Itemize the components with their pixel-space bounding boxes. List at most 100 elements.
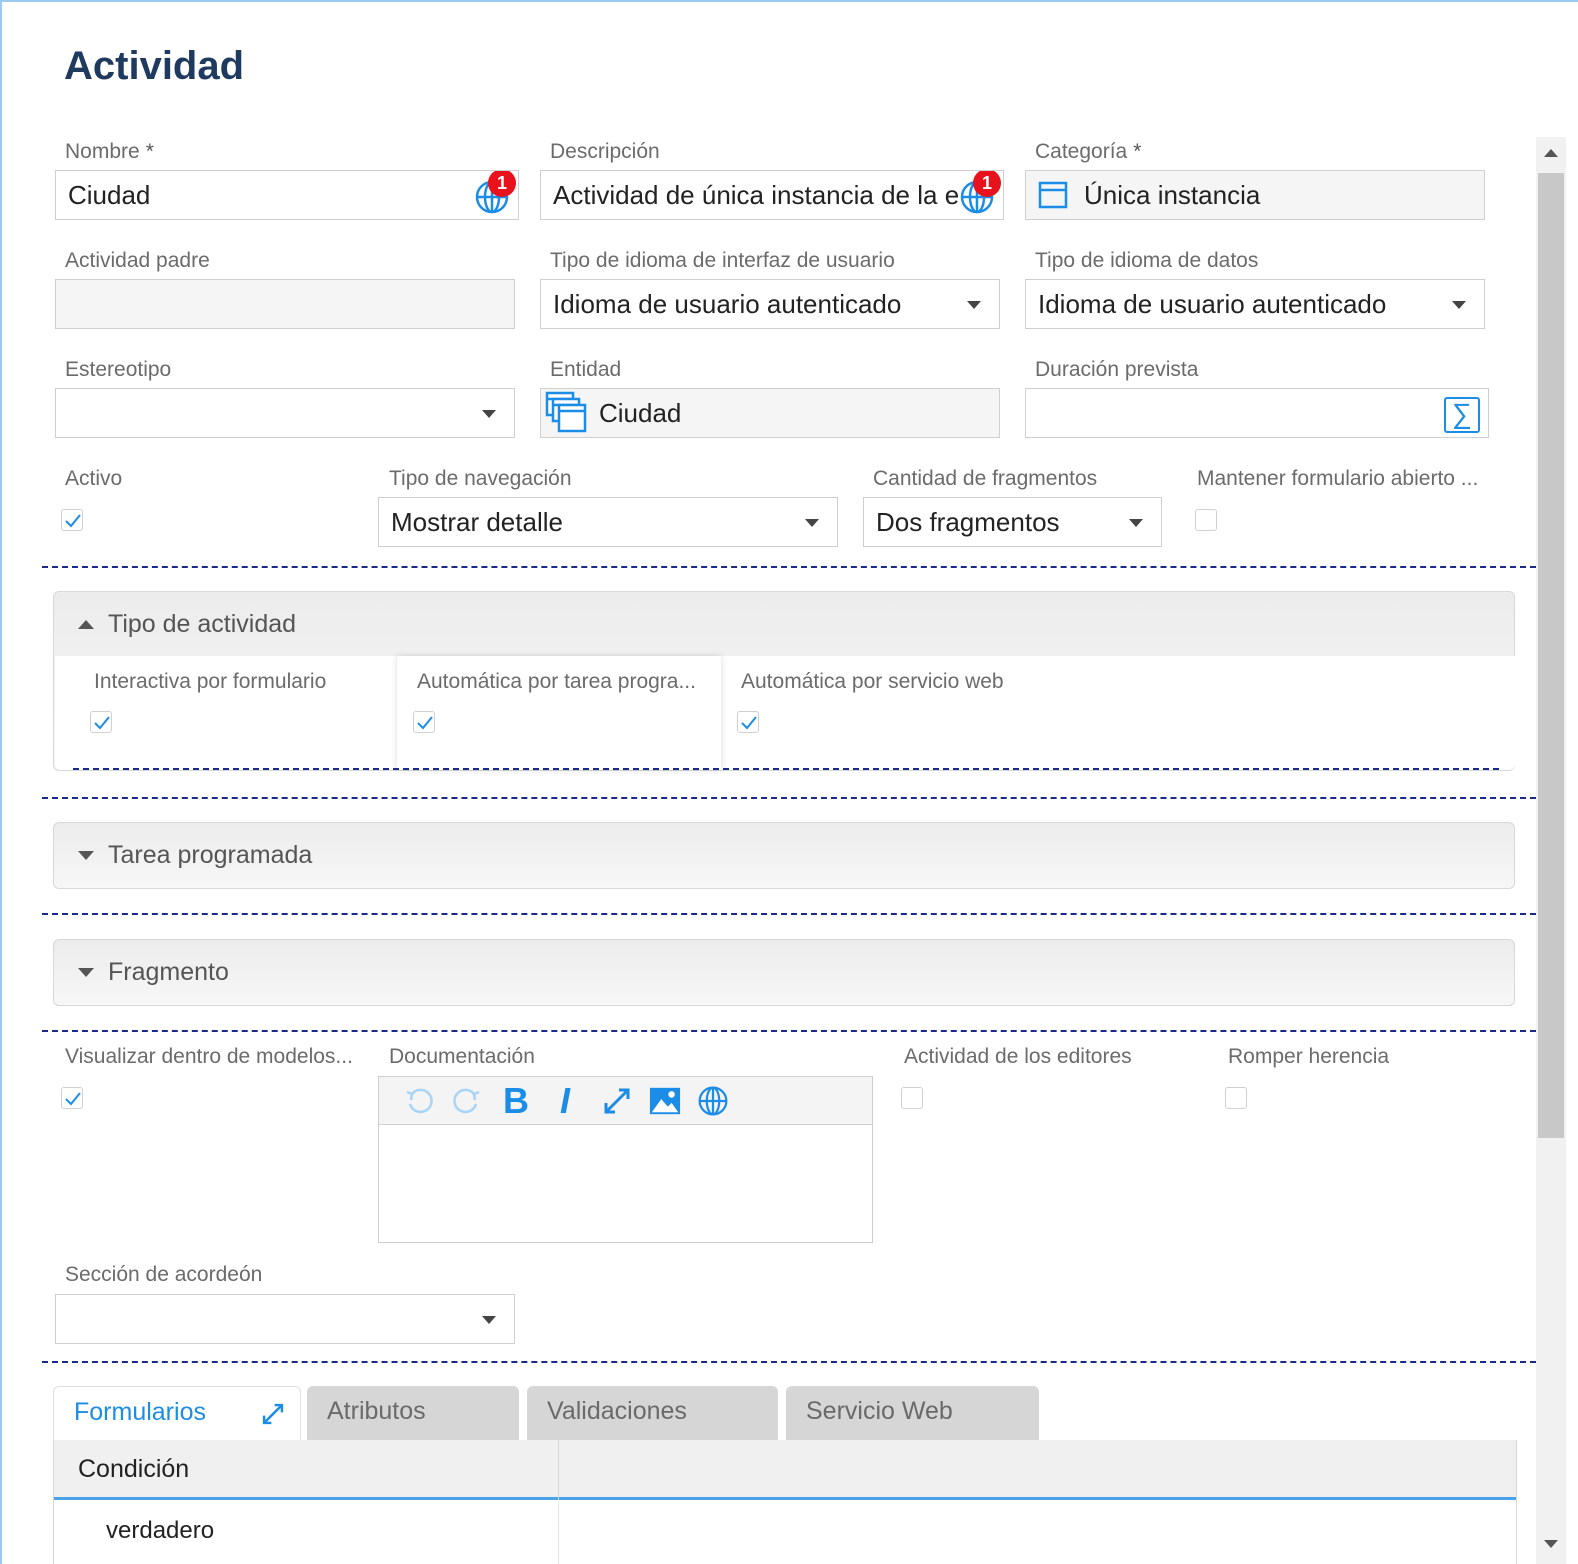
section-divider [42,566,1536,568]
fragmento-title: Fragmento [108,958,229,986]
seccion-acordeon-select[interactable] [55,1294,515,1344]
categoria-label: Categoría * [1035,140,1142,163]
cantidad-fragmentos-select[interactable]: Dos fragmentos [863,497,1162,547]
mantener-formulario-label: Mantener formulario abierto ... [1197,467,1479,490]
nombre-value: Ciudad [68,179,151,210]
automatica-tarea-label: Automática por tarea progra... [417,670,696,693]
vertical-scrollbar[interactable] [1536,137,1566,1564]
checkmark-icon [65,1092,81,1106]
automatica-servicio-checkbox[interactable] [737,711,759,733]
bold-icon[interactable]: B [500,1080,532,1121]
automatica-tarea-checkbox[interactable] [413,711,435,733]
mantener-formulario-checkbox[interactable] [1195,509,1217,531]
entidad-value: Ciudad [599,397,682,428]
tab-label: Validaciones [547,1397,687,1425]
section-divider [42,1030,1536,1032]
expand-icon[interactable] [260,1401,286,1427]
tipo-idioma-interfaz-select[interactable]: Idioma de usuario autenticado [540,279,1000,329]
tipo-navegacion-label: Tipo de navegación [389,467,572,490]
expand-icon[interactable] [601,1085,633,1117]
entidad-label: Entidad [550,358,622,381]
globe-icon[interactable] [697,1085,729,1117]
tipo-idioma-interfaz-value: Idioma de usuario autenticado [553,288,902,319]
categoria-field[interactable]: Única instancia [1025,170,1485,220]
section-divider [42,797,1536,799]
nombre-input[interactable]: Ciudad 1 [55,170,519,220]
undo-icon[interactable] [403,1085,435,1117]
cantidad-fragmentos-label: Cantidad de fragmentos [873,467,1098,490]
formularios-grid: Condición verdadero [53,1440,1517,1564]
interactiva-formulario-checkbox[interactable] [90,711,112,733]
editor-content[interactable] [379,1125,872,1242]
duracion-prevista-label: Duración prevista [1035,358,1199,381]
window-icon [1038,181,1068,209]
tab-servicio-web[interactable]: Servicio Web [786,1386,1039,1440]
editor-toolbar: B I [379,1077,872,1125]
tab-formularios[interactable]: Formularios [53,1386,301,1440]
fragmento-panel[interactable]: Fragmento [53,939,1515,1006]
documentacion-label: Documentación [389,1045,535,1068]
tipo-actividad-body: Interactiva por formulario Automática po… [55,656,1515,770]
tarea-programada-header[interactable]: Tarea programada [78,841,312,870]
tab-label: Formularios [74,1398,206,1426]
chevron-down-icon [482,1316,496,1324]
categoria-value: Única instancia [1084,179,1261,210]
duracion-prevista-input[interactable]: ∑ [1025,388,1489,438]
romper-herencia-label: Romper herencia [1228,1045,1390,1068]
seccion-acordeon-label: Sección de acordeón [65,1263,263,1286]
chevron-down-icon [1452,301,1466,309]
tipo-idioma-datos-value: Idioma de usuario autenticado [1038,288,1387,319]
tarea-programada-panel[interactable]: Tarea programada [53,822,1515,889]
tab-validaciones[interactable]: Validaciones [527,1386,778,1440]
sigma-button[interactable]: ∑ [1444,397,1480,433]
descripcion-value: Actividad de única instancia de la e [553,179,960,210]
redo-icon[interactable] [451,1085,483,1117]
translate-button[interactable]: 1 [959,171,1001,215]
checkmark-icon [417,716,433,730]
image-icon[interactable] [649,1085,681,1117]
italic-icon[interactable]: I [549,1080,581,1121]
chevron-down-icon [967,301,981,309]
actividad-editores-checkbox[interactable] [901,1087,923,1109]
inner-divider [73,768,1499,770]
cantidad-fragmentos-value: Dos fragmentos [876,506,1060,537]
entidad-field[interactable]: Ciudad [540,388,1000,438]
scroll-thumb[interactable] [1538,173,1564,1138]
tab-label: Servicio Web [806,1397,953,1425]
tipo-actividad-header[interactable]: Tipo de actividad [78,610,296,639]
tarea-programada-title: Tarea programada [108,841,313,869]
romper-herencia-checkbox[interactable] [1225,1087,1247,1109]
section-divider [42,1361,1536,1363]
tipo-idioma-interfaz-label: Tipo de idioma de interfaz de usuario [550,249,895,272]
documentacion-editor[interactable]: B I [378,1076,873,1243]
checkmark-icon [741,716,757,730]
grid-header: Condición [54,1440,1516,1500]
estereotipo-label: Estereotipo [65,358,172,381]
tipo-actividad-title: Tipo de actividad [108,610,297,638]
expand-icon [78,968,94,977]
descripcion-input[interactable]: Actividad de única instancia de la e 1 [540,170,1004,220]
page-title: Actividad [64,44,245,88]
actividad-padre-field[interactable] [55,279,515,329]
column-header-condicion[interactable]: Condición [54,1440,559,1500]
tipo-navegacion-select[interactable]: Mostrar detalle [378,497,838,547]
estereotipo-select[interactable] [55,388,515,438]
chevron-down-icon [805,519,819,527]
activo-label: Activo [65,467,123,490]
checkmark-icon [65,514,81,528]
interactiva-formulario-label: Interactiva por formulario [94,670,327,693]
tab-atributos[interactable]: Atributos [307,1386,519,1440]
actividad-editores-label: Actividad de los editores [904,1045,1132,1068]
fragmento-header[interactable]: Fragmento [78,958,229,987]
descripcion-label: Descripción [550,140,660,163]
translate-button[interactable]: 1 [474,171,516,215]
windows-stack-icon [545,391,587,433]
tipo-idioma-datos-select[interactable]: Idioma de usuario autenticado [1025,279,1485,329]
activo-checkbox[interactable] [61,509,83,531]
scroll-down-icon[interactable] [1544,1540,1558,1548]
visualizar-checkbox[interactable] [61,1087,83,1109]
scroll-up-icon[interactable] [1544,149,1558,157]
expand-icon [78,851,94,860]
tipo-idioma-datos-label: Tipo de idioma de datos [1035,249,1259,272]
actividad-padre-label: Actividad padre [65,249,210,272]
